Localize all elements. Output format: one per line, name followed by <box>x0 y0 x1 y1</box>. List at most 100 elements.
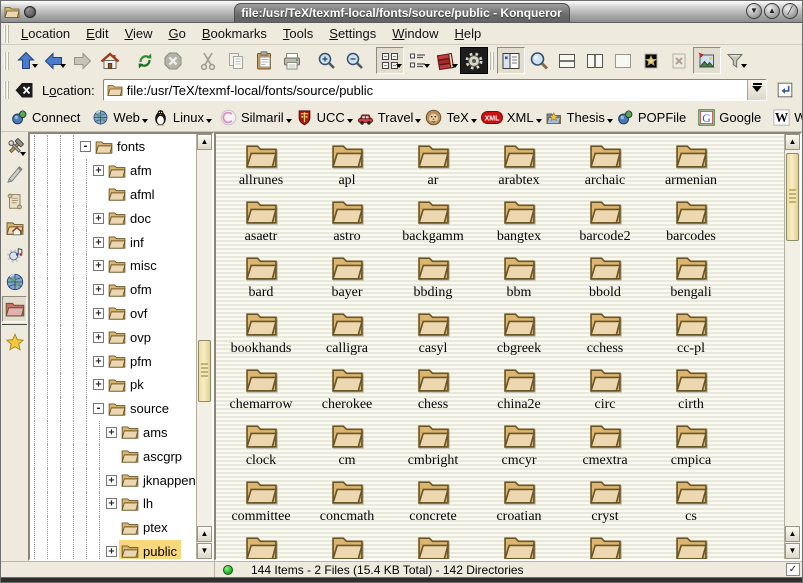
bookmark-ucc[interactable]: UCC <box>292 106 353 129</box>
folder-item-partial[interactable] <box>304 531 390 561</box>
folder-item-partial[interactable] <box>476 531 562 561</box>
sidebar-services-button[interactable] <box>2 242 27 268</box>
folder-item[interactable]: circ <box>562 363 648 419</box>
folder-item[interactable]: bookhands <box>218 307 304 363</box>
menu-tools[interactable]: Tools <box>276 24 320 43</box>
sidebar-home-button[interactable] <box>2 215 27 241</box>
home-button[interactable] <box>96 47 124 74</box>
icon-view-button[interactable] <box>376 47 404 74</box>
tree-expander[interactable]: + <box>93 308 104 319</box>
clear-location-button[interactable] <box>12 77 36 104</box>
bookmark-google[interactable]: Google <box>694 106 769 129</box>
folder-item[interactable]: china2e <box>476 363 562 419</box>
tree-scroll-down-button[interactable]: ▼ <box>197 543 212 559</box>
folder-item[interactable]: bengali <box>648 251 734 307</box>
show-sidebar-button[interactable] <box>497 47 525 74</box>
folder-item[interactable]: chess <box>390 363 476 419</box>
folder-item[interactable]: clock <box>218 419 304 475</box>
close-button[interactable]: ╱ <box>782 3 798 19</box>
folder-item[interactable]: committee <box>218 475 304 531</box>
folder-item[interactable]: cbgreek <box>476 307 562 363</box>
folder-item[interactable]: bbold <box>562 251 648 307</box>
list-view-button[interactable] <box>404 47 432 74</box>
menu-edit[interactable]: Edit <box>79 24 115 43</box>
location-dropdown-button[interactable] <box>747 80 766 100</box>
folder-item[interactable]: ar <box>390 139 476 195</box>
folder-item[interactable]: apl <box>304 139 390 195</box>
tree-expander[interactable]: + <box>93 356 104 367</box>
folder-item[interactable]: bbm <box>476 251 562 307</box>
tree-expander[interactable]: + <box>106 475 117 486</box>
maximize-button[interactable]: ▲ <box>764 3 780 19</box>
menu-settings[interactable]: Settings <box>322 24 383 43</box>
find-file-button[interactable] <box>525 47 553 74</box>
folder-item[interactable]: armenian <box>648 139 734 195</box>
tree-expander[interactable]: + <box>93 332 104 343</box>
folder-item[interactable]: chemarrow <box>218 363 304 419</box>
folder-item[interactable]: cirth <box>648 363 734 419</box>
tree-item-ams[interactable]: +ams <box>30 421 196 445</box>
folder-item-partial[interactable] <box>218 531 304 561</box>
tree-item-afml[interactable]: afml <box>30 183 196 207</box>
tree-item-pk[interactable]: +pk <box>30 373 196 397</box>
folder-item[interactable]: archaic <box>562 139 648 195</box>
tree-item-lh[interactable]: +lh <box>30 492 196 516</box>
split-view-top-bottom-button[interactable] <box>553 47 581 74</box>
sidebar-config-button[interactable] <box>2 134 27 160</box>
menu-go[interactable]: Go <box>162 24 193 43</box>
filter-button[interactable] <box>721 47 749 74</box>
bookmark-linux[interactable]: Linux <box>148 106 212 129</box>
bookmark-wikipedia[interactable]: Wikipedia <box>769 106 803 129</box>
minimize-button[interactable]: ▼ <box>746 3 762 19</box>
location-value[interactable]: file:/usr/TeX/texmf-local/fonts/source/p… <box>127 83 745 98</box>
back-button[interactable] <box>40 47 68 74</box>
folder-item[interactable]: cmbright <box>390 419 476 475</box>
tree-item-ovf[interactable]: +ovf <box>30 302 196 326</box>
tree-expander[interactable]: + <box>106 427 117 438</box>
bookmark-tex[interactable]: TeX <box>421 106 476 129</box>
image-gallery-button[interactable] <box>693 47 721 74</box>
tree-item-pfm[interactable]: +pfm <box>30 349 196 373</box>
folder-item[interactable]: croatian <box>476 475 562 531</box>
folder-item[interactable]: cryst <box>562 475 648 531</box>
tree-item-inf[interactable]: +inf <box>30 230 196 254</box>
bookmark-web[interactable]: Web <box>88 106 148 129</box>
folder-item[interactable]: arabtex <box>476 139 562 195</box>
tree-item-ofm[interactable]: +ofm <box>30 278 196 302</box>
main-scroll-up2-button[interactable]: ▲ <box>785 526 800 542</box>
tree-scroll-up-button[interactable]: ▲ <box>197 134 212 150</box>
main-scroll-up-button[interactable]: ▲ <box>785 134 800 150</box>
tree-item-ascgrp[interactable]: ascgrp <box>30 444 196 468</box>
tree-expander[interactable]: - <box>80 141 91 152</box>
tree-item-jknappen[interactable]: +jknappen <box>30 468 196 492</box>
folder-item[interactable]: cmcyr <box>476 419 562 475</box>
print-button[interactable] <box>278 47 306 74</box>
tree-item-ptex[interactable]: ptex <box>30 516 196 540</box>
tree-item-fonts[interactable]: -fonts <box>30 135 196 159</box>
folder-item[interactable]: asaetr <box>218 195 304 251</box>
folder-item[interactable]: barcode2 <box>562 195 648 251</box>
folder-item[interactable]: casyl <box>390 307 476 363</box>
zoom-out-button[interactable] <box>341 47 369 74</box>
extra-toolbar-handle[interactable] <box>489 52 494 70</box>
tree-item-ovp[interactable]: +ovp <box>30 325 196 349</box>
file-size-view-button[interactable] <box>432 47 460 74</box>
sticky-button[interactable] <box>24 6 36 18</box>
menu-window[interactable]: Window <box>385 24 445 43</box>
tree-expander[interactable]: + <box>93 213 104 224</box>
sidebar-root-folder-button[interactable] <box>2 296 27 322</box>
folder-item[interactable]: cs <box>648 475 734 531</box>
tree-item-public-selected[interactable]: +public <box>30 540 196 561</box>
folder-item[interactable]: calligra <box>304 307 390 363</box>
menubar-handle[interactable] <box>4 25 9 43</box>
folder-item[interactable]: allrunes <box>218 139 304 195</box>
sidebar-history-button[interactable] <box>2 188 27 214</box>
tree-scrollbar[interactable]: ▲ ▲ ▼ <box>196 134 212 559</box>
folder-item[interactable]: cmextra <box>562 419 648 475</box>
tree-item-afm[interactable]: +afm <box>30 159 196 183</box>
tree-expander[interactable]: + <box>93 165 104 176</box>
location-toolbar-handle[interactable] <box>4 81 9 99</box>
menu-help[interactable]: Help <box>448 24 489 43</box>
bookmark-silmaril[interactable]: Silmaril <box>216 106 292 129</box>
bookmark-travel[interactable]: Travel <box>353 106 422 129</box>
